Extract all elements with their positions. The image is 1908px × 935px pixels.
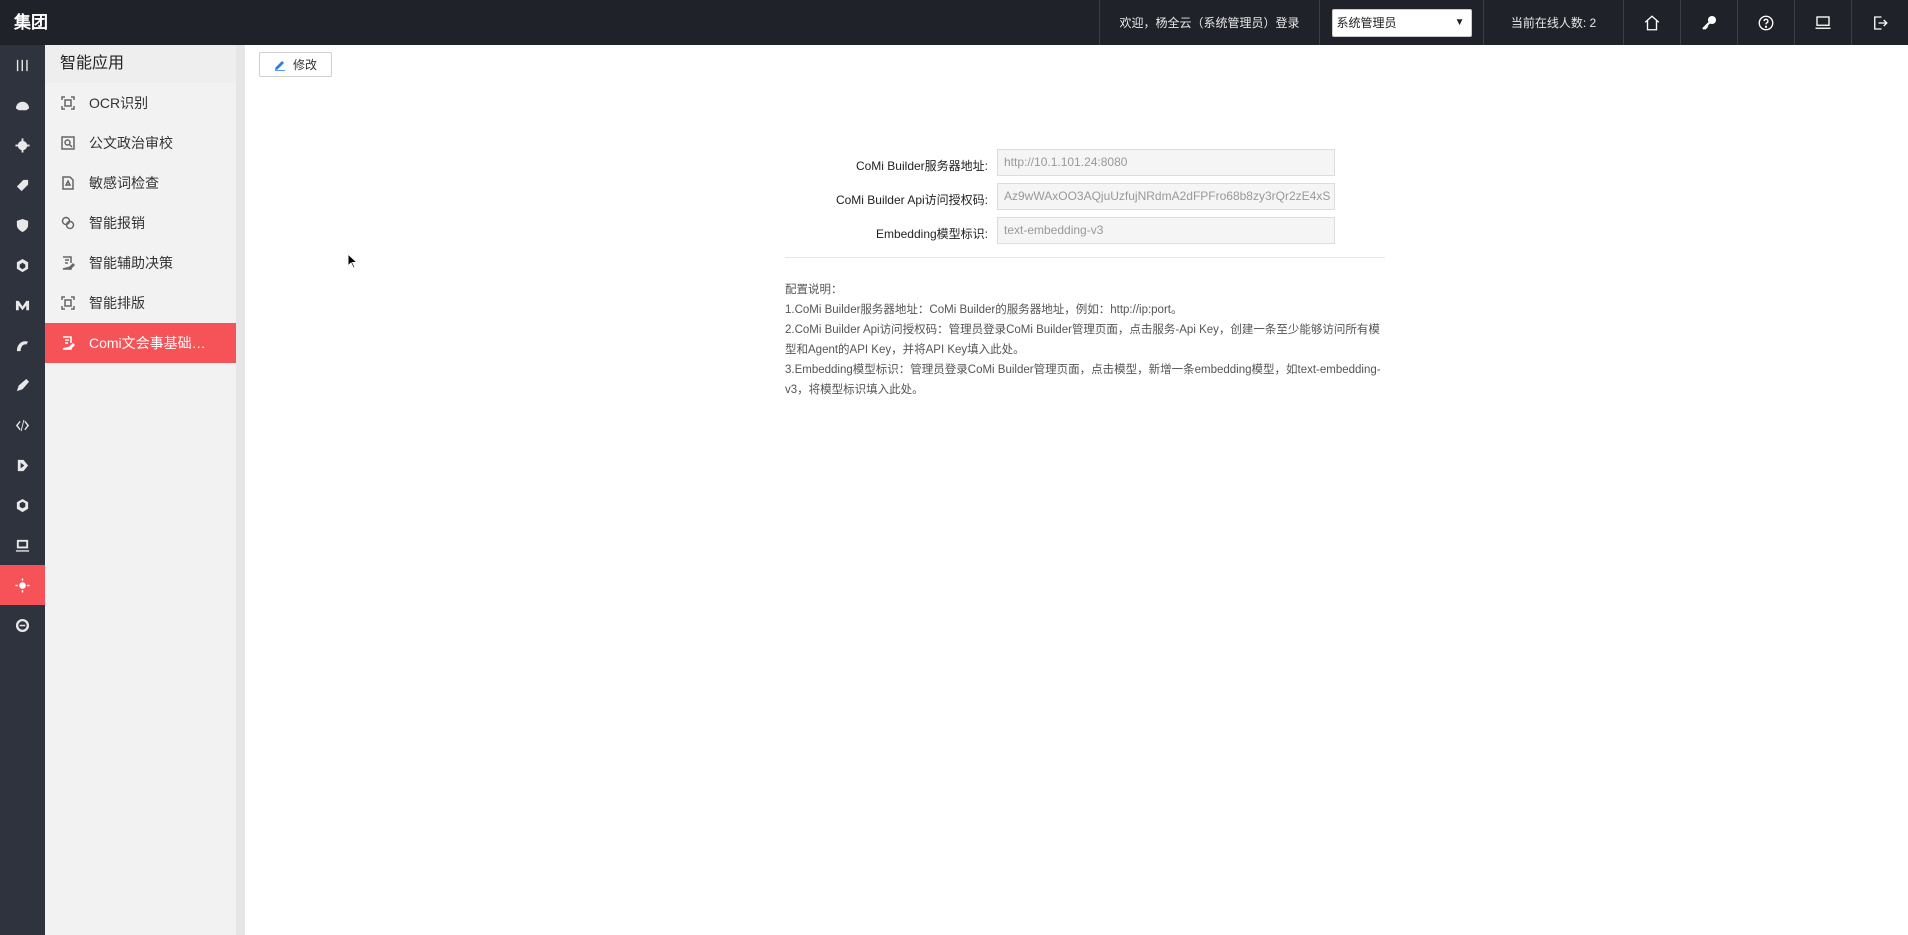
search-doc-icon xyxy=(61,136,75,150)
link-icon xyxy=(15,618,30,632)
role-select-cell: 系统管理员 ▼ xyxy=(1319,0,1483,45)
rail-menu-toggle[interactable] xyxy=(0,45,45,85)
notes-line: 1.CoMi Builder服务器地址：CoMi Builder的服务器地址，例… xyxy=(785,304,1183,316)
rail-item-tags[interactable] xyxy=(0,165,45,205)
sidebar-item-label: 公文政治审校 xyxy=(89,135,173,151)
coins-icon xyxy=(61,216,75,230)
monitor-button[interactable] xyxy=(1794,0,1851,45)
play-icon xyxy=(17,459,29,471)
top-bar-right: 欢迎，杨全云（系统管理员）登录 系统管理员 ▼ 当前在线人数: 2 xyxy=(1099,0,1908,45)
brand-title: 集团 xyxy=(14,13,48,32)
key-button[interactable] xyxy=(1680,0,1737,45)
notes-title: 配置说明： xyxy=(785,284,843,296)
cube-icon xyxy=(16,498,29,512)
field-label: CoMi Builder服务器地址: xyxy=(855,159,988,173)
role-select[interactable]: 系统管理员 ▼ xyxy=(1331,8,1472,37)
tag-icon xyxy=(16,179,29,191)
rail-item-media[interactable] xyxy=(0,445,45,485)
config-notes: 配置说明： 1.CoMi Builder服务器地址：CoMi Builder的服… xyxy=(785,280,1385,400)
home-icon xyxy=(1644,14,1660,30)
help-icon xyxy=(1758,15,1774,30)
dashboard-icon xyxy=(15,101,30,110)
pencil-icon xyxy=(274,60,285,71)
api-key-input[interactable]: Az9wWAxOO3AQjuUzfujNRdmA2dFPFro68b8zy3rQ… xyxy=(997,183,1335,210)
gear-icon xyxy=(15,137,30,153)
sidebar-item-comi-config[interactable]: Comi文会事基础配置 xyxy=(45,323,245,363)
pen-icon xyxy=(16,378,30,391)
sidebar-item-label: 智能报销 xyxy=(89,215,145,231)
shield-check-icon xyxy=(16,218,29,232)
key-icon xyxy=(1702,15,1717,30)
chevron-down-icon: ▼ xyxy=(1454,17,1465,28)
help-button[interactable] xyxy=(1737,0,1794,45)
sidebar-item-label: 智能辅助决策 xyxy=(89,255,173,271)
field-label: Embedding模型标识: xyxy=(875,227,988,241)
logout-icon xyxy=(1874,15,1888,30)
sidebar: 智能应用 OCR识别 公文政治审校 敏感词检查 智能报销 智能辅助决策 智能排版… xyxy=(45,45,245,935)
rail-item-settings[interactable] xyxy=(0,125,45,165)
warning-doc-icon xyxy=(61,176,75,190)
rail-item-links[interactable] xyxy=(0,605,45,645)
welcome-text: 欢迎，杨全云（系统管理员）登录 xyxy=(1099,0,1319,45)
scan-icon xyxy=(61,296,75,310)
monitor-icon xyxy=(1815,15,1831,29)
code-icon xyxy=(15,419,30,431)
rail-item-ai-apps[interactable] xyxy=(0,565,45,605)
doc-edit-icon xyxy=(61,256,75,270)
rail-item-edit[interactable] xyxy=(0,365,45,405)
role-select-value: 系统管理员 xyxy=(1336,16,1397,30)
sidebar-item-ocr[interactable]: OCR识别 xyxy=(45,83,245,123)
embedding-model-input[interactable]: text-embedding-v3 xyxy=(997,217,1335,244)
sidebar-item-reimbursement[interactable]: 智能报销 xyxy=(45,203,245,243)
monitor-icon xyxy=(15,539,30,552)
m-logo-icon xyxy=(15,300,30,310)
logout-button[interactable] xyxy=(1851,0,1908,45)
sidebar-item-label: 敏感词检查 xyxy=(89,175,159,191)
sidebar-scrollbar[interactable] xyxy=(236,45,245,935)
scan-icon xyxy=(61,96,75,110)
sidebar-item-sensitive-words[interactable]: 敏感词检查 xyxy=(45,163,245,203)
doc-edit-icon xyxy=(61,336,75,350)
hexagon-icon xyxy=(16,258,29,272)
field-label: CoMi Builder Api访问授权码: xyxy=(835,193,988,207)
rail-item-code[interactable] xyxy=(0,405,45,445)
sidebar-item-label: Comi文会事基础配置 xyxy=(89,335,209,351)
top-bar: 集团 欢迎，杨全云（系统管理员）登录 系统管理员 ▼ 当前在线人数: 2 xyxy=(0,0,1908,45)
rail-item-security[interactable] xyxy=(0,205,45,245)
edit-button-label: 修改 xyxy=(292,58,317,72)
sidebar-item-label: 智能排版 xyxy=(89,295,145,311)
rail-item-dashboard[interactable] xyxy=(0,85,45,125)
bulb-icon xyxy=(15,577,30,593)
rail-item-chart[interactable] xyxy=(0,325,45,365)
icon-rail xyxy=(0,45,45,935)
main-content: 修改 CoMi Builder服务器地址: http://10.1.101.24… xyxy=(255,45,1908,935)
divider xyxy=(785,257,1385,258)
home-button[interactable] xyxy=(1623,0,1680,45)
online-count: 当前在线人数: 2 xyxy=(1483,0,1623,45)
rail-item-monitor[interactable] xyxy=(0,525,45,565)
chart-icon xyxy=(16,340,29,351)
edit-button[interactable]: 修改 xyxy=(259,52,332,77)
mouse-cursor-icon xyxy=(347,253,359,269)
sidebar-item-decision[interactable]: 智能辅助决策 xyxy=(45,243,245,283)
sidebar-item-label: OCR识别 xyxy=(89,95,149,111)
sidebar-item-political-review[interactable]: 公文政治审校 xyxy=(45,123,245,163)
server-address-input[interactable]: http://10.1.101.24:8080 xyxy=(997,149,1335,176)
rail-item-m[interactable] xyxy=(0,285,45,325)
menu-icon xyxy=(16,59,28,71)
sidebar-title: 智能应用 xyxy=(45,45,245,83)
rail-item-cube[interactable] xyxy=(0,485,45,525)
rail-item-modules[interactable] xyxy=(0,245,45,285)
notes-line: 2.CoMi Builder Api访问授权码：管理员登录CoMi Builde… xyxy=(785,324,1380,356)
sidebar-item-typesetting[interactable]: 智能排版 xyxy=(45,283,245,323)
notes-line: 3.Embedding模型标识：管理员登录CoMi Builder管理页面，点击… xyxy=(785,364,1381,396)
